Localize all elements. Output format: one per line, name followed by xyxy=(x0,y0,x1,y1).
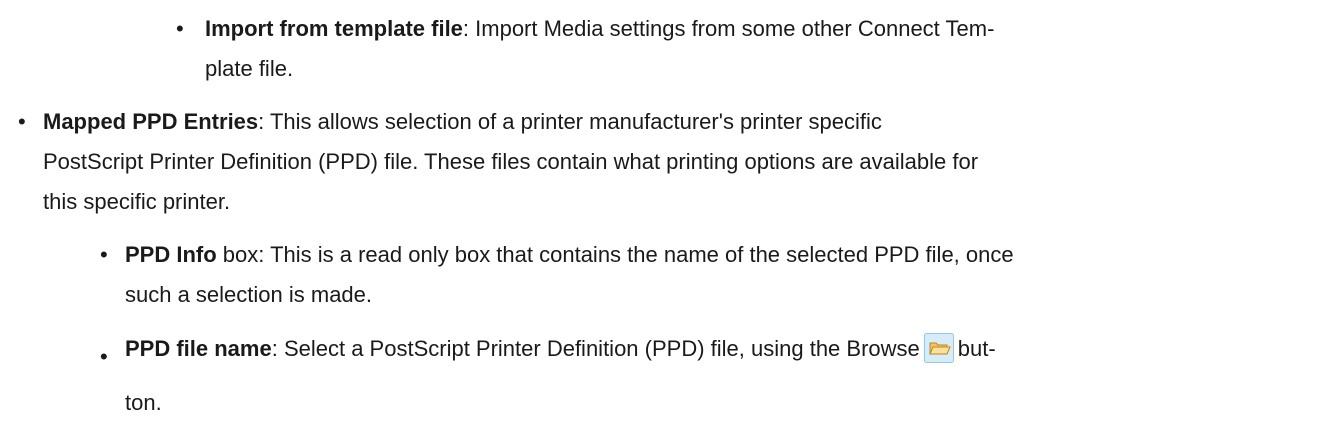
desc-ppd-file-name-line1: : Select a PostScript Printer Definition… xyxy=(271,336,920,361)
desc-ppd-file-name-line1-tail: but- xyxy=(957,336,996,361)
folder-open-icon xyxy=(923,333,954,364)
bullet-glyph: • xyxy=(100,344,108,369)
bullet-glyph: • xyxy=(176,16,184,41)
desc-ppd-info-line2: such a selection is made. xyxy=(125,282,373,307)
desc-mapped-ppd-line1: : This allows selection of a printer man… xyxy=(258,109,882,134)
desc-import-from-template-line1: : Import Media settings from some other … xyxy=(462,16,995,41)
desc-mapped-ppd-line3: this specific printer. xyxy=(43,189,231,214)
bullet-glyph: • xyxy=(100,242,108,267)
term-mapped-ppd-entries: Mapped PPD Entries xyxy=(43,109,259,134)
desc-ppd-info-line1: box: This is a read only box that contai… xyxy=(216,242,1014,267)
list-item-ppd-file-name: • PPD file name: Select a PostScript Pri… xyxy=(100,329,1310,423)
list-item-ppd-info: • PPD Info box: This is a read only box … xyxy=(100,235,1310,315)
desc-ppd-file-name-line2: ton. xyxy=(125,390,162,415)
term-ppd-info: PPD Info xyxy=(125,242,217,267)
list-item-mapped-ppd-entries: • Mapped PPD Entries: This allows select… xyxy=(18,102,1308,222)
desc-mapped-ppd-line2: PostScript Printer Definition (PPD) file… xyxy=(43,149,979,174)
desc-import-from-template-line2: plate file. xyxy=(205,56,294,81)
term-ppd-file-name: PPD file name xyxy=(125,336,272,361)
term-import-from-template: Import from template file xyxy=(205,16,463,41)
bullet-glyph: • xyxy=(18,109,26,134)
list-item-import-from-template: • Import from template file: Import Medi… xyxy=(176,9,1296,89)
